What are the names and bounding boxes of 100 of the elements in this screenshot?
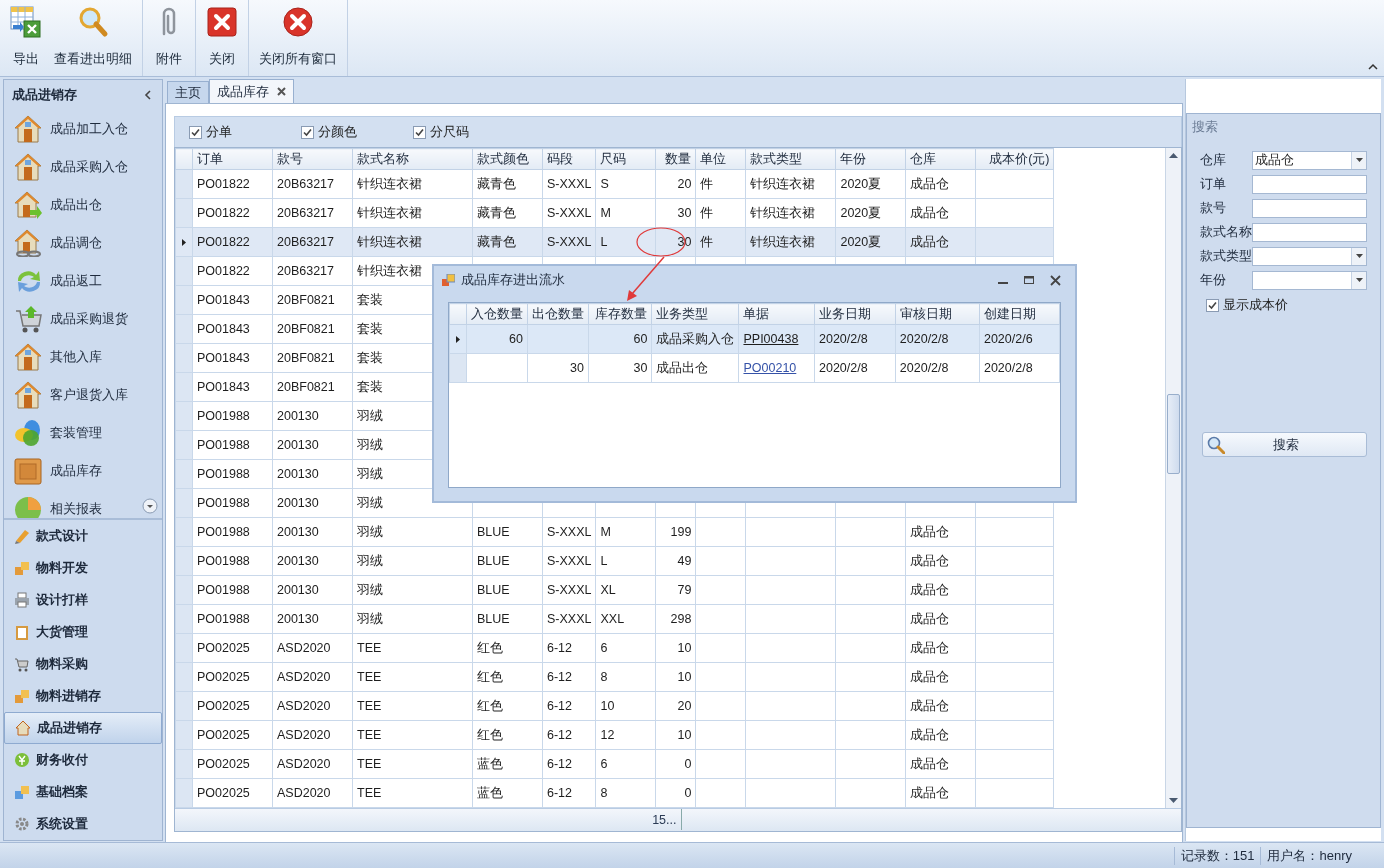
- sidebar-item[interactable]: 成品返工: [4, 262, 162, 300]
- table-cell: PO02025: [192, 720, 273, 750]
- search-button[interactable]: 搜索: [1202, 432, 1367, 457]
- table-row[interactable]: PO02025 ASD2020 TEE 红色 6-12 12 10 成品仓: [175, 720, 1054, 750]
- checkbox[interactable]: [301, 125, 314, 139]
- sidebar-item[interactable]: 相关报表: [4, 490, 162, 518]
- column-header[interactable]: 单位: [695, 148, 746, 170]
- house-arrow-icon: [14, 191, 42, 219]
- module-item[interactable]: 物料开发: [4, 552, 162, 584]
- table-cell: PO01988: [192, 488, 273, 518]
- checkbox[interactable]: [413, 125, 426, 139]
- table-cell: 针织连衣裙: [745, 169, 836, 199]
- collapse-chevron-icon[interactable]: [144, 90, 152, 100]
- table-cell: ASD2020: [272, 749, 353, 779]
- table-row[interactable]: 30 30 成品出仓 PO00210 2020/2/8 2020/2/8 2020/2/8: [449, 353, 1060, 383]
- table-row[interactable]: PO01822 20B63217 针织连衣裙 藏青色 S-XXXL M 30 件 针织连衣裙 2020夏 成品仓: [175, 198, 1054, 228]
- sidebar-item[interactable]: 成品调仓: [4, 224, 162, 262]
- module-item[interactable]: 系统设置: [4, 808, 162, 840]
- column-header[interactable]: 创建日期: [979, 303, 1060, 325]
- tab[interactable]: 成品库存: [209, 79, 294, 103]
- module-item[interactable]: 财务收付: [4, 744, 162, 776]
- module-item[interactable]: 设计打样: [4, 584, 162, 616]
- sidebar-item[interactable]: 套装管理: [4, 414, 162, 452]
- column-header[interactable]: 数量: [655, 148, 696, 170]
- sidebar-item[interactable]: 成品加工入仓: [4, 110, 162, 148]
- column-header[interactable]: 业务类型: [651, 303, 739, 325]
- column-header[interactable]: 出仓数量: [527, 303, 589, 325]
- module-item[interactable]: 成品进销存: [4, 712, 162, 744]
- text-field[interactable]: [1252, 222, 1367, 242]
- table-row[interactable]: PO02025 ASD2020 TEE 红色 6-12 8 10 成品仓: [175, 662, 1054, 692]
- table-row[interactable]: PO02025 ASD2020 TEE 蓝色 6-12 8 0 成品仓: [175, 778, 1054, 808]
- checkbox[interactable]: [1206, 298, 1219, 312]
- table-row[interactable]: PO01988 200130 羽绒 BLUE S-XXXL XL 79 成品仓: [175, 575, 1054, 605]
- close-icon[interactable]: [1050, 274, 1061, 286]
- table-row[interactable]: PO01822 20B63217 针织连衣裙 藏青色 S-XXXL S 20 件 针织连衣裙 2020夏 成品仓: [175, 169, 1054, 199]
- column-header[interactable]: 业务日期: [814, 303, 896, 325]
- sidebar-item[interactable]: 其他入库: [4, 338, 162, 376]
- column-header[interactable]: 款式类型: [745, 148, 836, 170]
- close-icon[interactable]: [277, 87, 286, 96]
- column-header[interactable]: 尺码: [595, 148, 656, 170]
- toolbar-button[interactable]: 查看进出明细: [48, 0, 138, 76]
- table-cell: 10: [595, 691, 656, 721]
- column-header[interactable]: 款式名称: [352, 148, 473, 170]
- toolbar-button[interactable]: 导出: [4, 0, 48, 76]
- table-cell: 2020/2/8: [979, 353, 1060, 383]
- checkbox[interactable]: [189, 125, 202, 139]
- table-cell: TEE: [352, 749, 473, 779]
- checkbox-label: 显示成本价: [1223, 296, 1288, 314]
- scrollbar-thumb[interactable]: [1167, 394, 1180, 474]
- module-item[interactable]: 大货管理: [4, 616, 162, 648]
- sidebar-item[interactable]: 成品采购退货: [4, 300, 162, 338]
- sidebar-item[interactable]: 成品出仓: [4, 186, 162, 224]
- text-field[interactable]: [1252, 174, 1367, 194]
- scroll-down-icon[interactable]: [142, 498, 158, 514]
- column-header[interactable]: 款式颜色: [472, 148, 543, 170]
- column-header[interactable]: 单据: [738, 303, 815, 325]
- toolbar-button[interactable]: 附件: [147, 0, 191, 76]
- module-item[interactable]: 物料采购: [4, 648, 162, 680]
- toolbar-button[interactable]: 关闭: [200, 0, 244, 76]
- pencil-icon: [14, 528, 30, 544]
- table-row[interactable]: PO02025 ASD2020 TEE 蓝色 6-12 6 0 成品仓: [175, 749, 1054, 779]
- maximize-icon[interactable]: [1024, 275, 1034, 285]
- column-header[interactable]: 成本价(元): [975, 148, 1054, 170]
- column-header[interactable]: 库存数量: [588, 303, 652, 325]
- table-row[interactable]: 60 60 成品采购入仓 PPI00438 2020/2/8 2020/2/8 2020/2/6: [449, 324, 1060, 354]
- caret-icon: [1355, 158, 1363, 162]
- column-header[interactable]: 审核日期: [895, 303, 980, 325]
- module-item[interactable]: 基础档案: [4, 776, 162, 808]
- text-field[interactable]: [1252, 198, 1367, 218]
- tab[interactable]: 主页: [167, 81, 209, 103]
- scroll-down-icon[interactable]: [1169, 798, 1178, 804]
- collapse-chevron-icon[interactable]: [1368, 63, 1378, 70]
- module-item[interactable]: 款式设计: [4, 520, 162, 552]
- table-cell: ASD2020: [272, 691, 353, 721]
- table-cell: 0: [655, 778, 696, 808]
- module-item[interactable]: 物料进销存: [4, 680, 162, 712]
- table-row[interactable]: PO01988 200130 羽绒 BLUE S-XXXL L 49 成品仓: [175, 546, 1054, 576]
- column-header[interactable]: 仓库: [905, 148, 976, 170]
- table-row[interactable]: PO01988 200130 羽绒 BLUE S-XXXL M 199 成品仓: [175, 517, 1054, 547]
- column-header[interactable]: 订单: [192, 148, 273, 170]
- column-header[interactable]: 入仓数量: [466, 303, 528, 325]
- table-row[interactable]: PO02025 ASD2020 TEE 红色 6-12 10 20 成品仓: [175, 691, 1054, 721]
- sidebar-item[interactable]: 客户退货入库: [4, 376, 162, 414]
- sidebar-item[interactable]: 成品库存: [4, 452, 162, 490]
- sidebar-item[interactable]: 成品采购入仓: [4, 148, 162, 186]
- table-row[interactable]: PO01988 200130 羽绒 BLUE S-XXXL XXL 298 成品仓: [175, 604, 1054, 634]
- dropdown[interactable]: 成品仓: [1252, 150, 1367, 170]
- table-cell: 199: [655, 517, 696, 547]
- table-cell: 20B63217: [272, 169, 353, 199]
- table-cell: 20BF0821: [272, 285, 353, 315]
- column-header[interactable]: 码段: [542, 148, 596, 170]
- scroll-up-icon[interactable]: [1169, 152, 1178, 158]
- table-cell: 红色: [472, 662, 543, 692]
- table-cell: PO01988: [192, 401, 273, 431]
- table-cell: 成品仓: [905, 604, 976, 634]
- toolbar-button[interactable]: 关闭所有窗口: [253, 0, 343, 76]
- caret-icon: [1355, 278, 1363, 282]
- column-header[interactable]: 年份: [835, 148, 906, 170]
- column-header[interactable]: 款号: [272, 148, 353, 170]
- table-row[interactable]: PO02025 ASD2020 TEE 红色 6-12 6 10 成品仓: [175, 633, 1054, 663]
